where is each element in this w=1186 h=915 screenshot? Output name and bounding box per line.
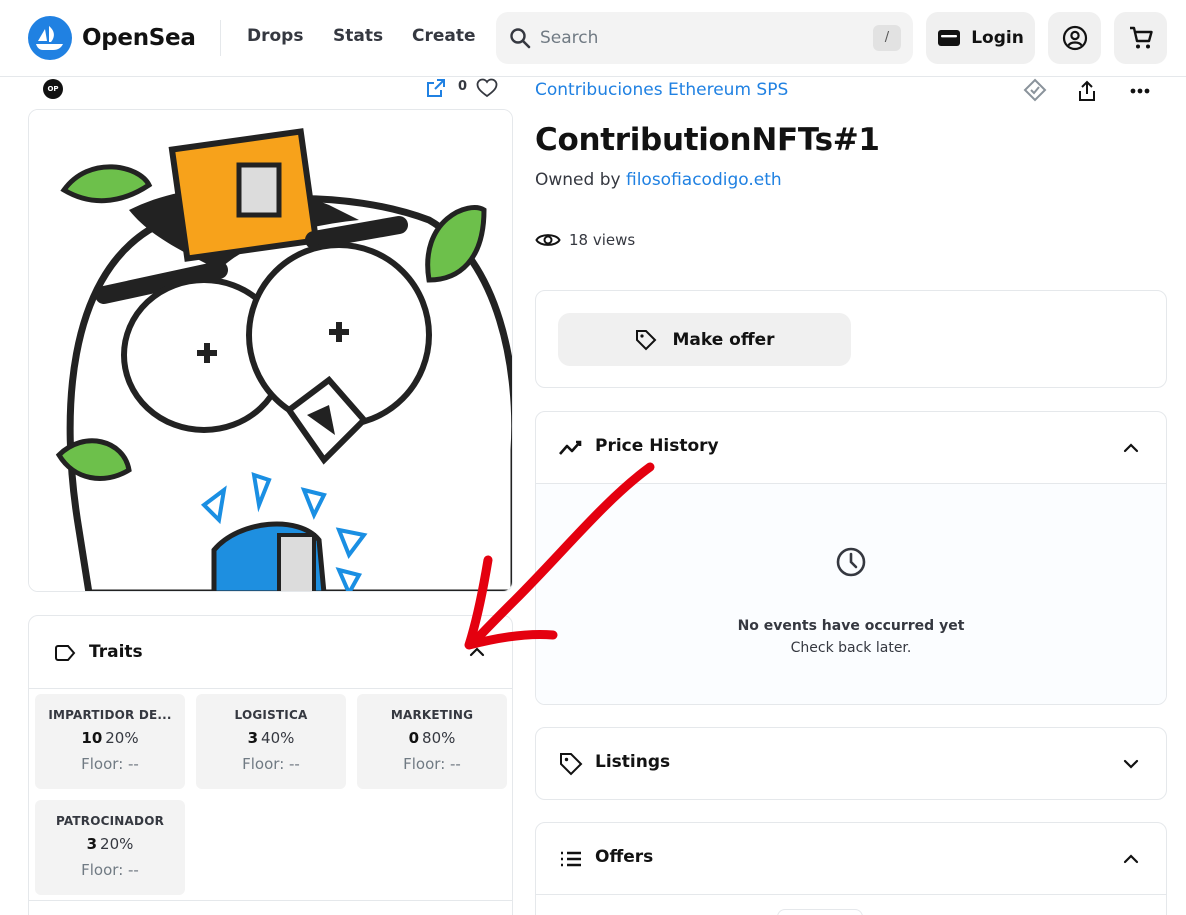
traits-header[interactable]: Traits: [29, 616, 512, 689]
search-shortcut-key: /: [873, 25, 901, 51]
views-label: 18 views: [569, 231, 636, 249]
offers-panel: Offers: [535, 822, 1167, 915]
trait-floor: Floor: --: [81, 861, 139, 879]
collection-link[interactable]: Contribuciones Ethereum SPS: [535, 80, 788, 100]
trait-type: PATROCINADOR: [55, 814, 165, 828]
make-offer-label: Make offer: [672, 329, 775, 350]
opensea-logo[interactable]: OpenSea: [28, 16, 196, 60]
trait-type: LOGISTICA: [234, 708, 308, 722]
external-link-icon[interactable]: [425, 77, 447, 99]
login-button[interactable]: Login: [926, 12, 1035, 64]
chart-line-icon: [559, 440, 582, 455]
tag-icon: [560, 753, 583, 776]
trait-value: 3: [247, 729, 259, 747]
cart-button[interactable]: [1114, 12, 1167, 64]
trait-value: 10: [81, 729, 103, 747]
login-label: Login: [971, 28, 1024, 48]
make-offer-button[interactable]: Make offer: [558, 313, 851, 366]
account-button[interactable]: [1048, 12, 1101, 64]
owner-line: Owned by filosofiacodigo.eth: [535, 170, 782, 190]
offers-header[interactable]: Offers: [536, 823, 1166, 893]
empty-state-subtitle: Check back later.: [790, 640, 912, 656]
nft-artwork: [29, 110, 512, 591]
opensea-logo-icon: [28, 16, 72, 60]
price-history-panel: Price History No events have occurred ye…: [535, 411, 1167, 705]
chevron-up-icon[interactable]: [1119, 847, 1143, 871]
share-icon[interactable]: [1076, 80, 1098, 102]
chevron-down-icon[interactable]: [1119, 752, 1143, 776]
header-divider: [220, 20, 221, 56]
nav-stats[interactable]: Stats: [333, 26, 383, 46]
search-bar[interactable]: /: [496, 12, 913, 64]
list-icon: [561, 851, 581, 867]
nft-image[interactable]: [28, 109, 513, 592]
more-icon[interactable]: [1128, 80, 1152, 102]
media-toolbar: OP 0: [28, 77, 513, 109]
chain-badge[interactable]: OP: [43, 79, 63, 99]
chevron-up-icon[interactable]: [465, 640, 489, 664]
trait-card[interactable]: PATROCINADOR 3 20% Floor: --: [35, 800, 185, 895]
clock-icon: [836, 547, 866, 577]
owner-link[interactable]: filosofiacodigo.eth: [626, 170, 782, 190]
trait-card[interactable]: IMPARTIDOR DE... 10 20% Floor: --: [35, 694, 185, 789]
trait-rarity: 80%: [422, 729, 456, 747]
owned-by-label: Owned by: [535, 170, 621, 190]
offers-body: [536, 894, 1166, 915]
wallet-icon: [938, 30, 961, 46]
trait-card[interactable]: LOGISTICA 3 40% Floor: --: [196, 694, 346, 789]
traits-title: Traits: [89, 642, 143, 662]
trait-floor: Floor: --: [403, 755, 461, 773]
eye-icon: [535, 234, 561, 246]
trait-type: IMPARTIDOR DE...: [48, 708, 172, 722]
chevron-up-icon[interactable]: [1119, 436, 1143, 460]
brand-name: OpenSea: [82, 25, 196, 51]
trait-rarity: 20%: [105, 729, 139, 747]
trait-value: 0: [408, 729, 420, 747]
heart-icon[interactable]: [476, 77, 498, 99]
trait-value: 3: [86, 835, 98, 853]
trait-floor: Floor: --: [242, 755, 300, 773]
trait-rarity: 20%: [100, 835, 134, 853]
offers-title: Offers: [595, 847, 654, 867]
empty-state-title: No events have occurred yet: [737, 618, 965, 634]
search-input[interactable]: [540, 12, 860, 64]
listings-title: Listings: [595, 752, 671, 772]
price-history-body: No events have occurred yet Check back l…: [536, 483, 1166, 704]
search-icon: [510, 28, 531, 49]
top-header: OpenSea Drops Stats Create / Login: [0, 0, 1186, 77]
trait-card[interactable]: MARKETING 0 80% Floor: --: [357, 694, 507, 789]
nft-title: ContributionNFTs#1: [535, 122, 880, 158]
views-count: 18 views: [535, 230, 635, 250]
offer-panel: Make offer: [535, 290, 1167, 388]
nav-drops[interactable]: Drops: [247, 26, 303, 46]
listings-panel: Listings: [535, 727, 1167, 800]
traits-divider: [29, 900, 512, 901]
price-history-title: Price History: [595, 436, 719, 456]
tag-icon: [636, 329, 657, 350]
cart-icon: [1129, 26, 1153, 49]
price-history-header[interactable]: Price History: [536, 412, 1166, 482]
trait-rarity: 40%: [261, 729, 295, 747]
tag-icon: [55, 645, 76, 661]
listings-header[interactable]: Listings: [536, 728, 1166, 798]
verified-icon[interactable]: [1023, 78, 1047, 102]
trait-type: MARKETING: [390, 708, 474, 722]
offers-filter-pill[interactable]: [777, 909, 863, 915]
traits-panel: Traits IMPARTIDOR DE... 10 20% Floor: -- …: [28, 615, 513, 915]
nav-create[interactable]: Create: [412, 26, 476, 46]
trait-floor: Floor: --: [81, 755, 139, 773]
favorites-count: 0: [458, 79, 468, 94]
account-icon: [1062, 25, 1087, 51]
